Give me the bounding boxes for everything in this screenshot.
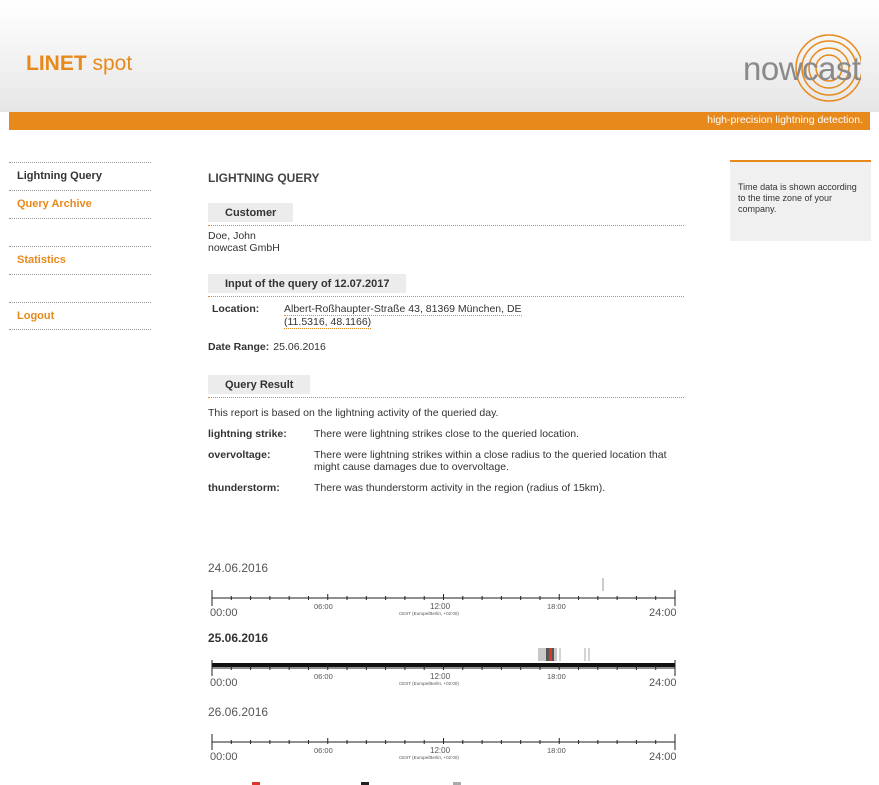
tagline: high-precision lightning detection. — [707, 114, 863, 126]
result-row: overvoltage: There were lightning strike… — [208, 449, 684, 473]
nav-item-spacer — [9, 218, 151, 246]
brand-rest: spot — [86, 52, 133, 75]
axis-end: 24:00 — [649, 677, 677, 689]
location-address: Albert-Roßhaupter-Straße 43, 81369 Münch… — [284, 303, 522, 316]
customer-name: Doe, John — [208, 230, 256, 242]
location-coordinates: (11.5316, 48.1166) — [284, 316, 372, 329]
sidebar-nav: Lightning Query Query Archive Statistics… — [9, 162, 151, 330]
location-label: Location: — [212, 303, 260, 315]
page-header: LINET spot nowcast — [0, 0, 879, 112]
result-label: lightning strike: — [208, 428, 287, 440]
main-content: LIGHTNING QUERY Customer Doe, John nowca… — [208, 162, 684, 494]
axis-end: 24:00 — [649, 751, 677, 763]
timezone-info-box: Time data is shown according to the time… — [730, 160, 871, 241]
customer-section-header: Customer — [208, 203, 684, 226]
result-section-header: Query Result — [208, 375, 684, 398]
axis-timezone: CEST (Europe/Berlin, +02:00) — [399, 611, 459, 616]
page-title: LIGHTNING QUERY — [208, 171, 320, 185]
lightning-strike-mark — [549, 648, 552, 661]
timeline-day-2: 00:00 06:00 12:00 CEST (Europe/Berlin, +… — [208, 642, 680, 702]
axis-12: 12:00 — [430, 602, 451, 611]
customer-heading: Customer — [208, 203, 294, 222]
brand-logo[interactable]: LINET spot — [26, 52, 132, 76]
axis-06: 06:00 — [314, 602, 333, 611]
axis-start: 00:00 — [210, 607, 238, 619]
result-row: lightning strike: There were lightning s… — [208, 428, 684, 440]
result-text: There were lightning strikes close to th… — [314, 428, 579, 440]
result-heading: Query Result — [208, 375, 311, 394]
axis-18: 18:00 — [547, 672, 566, 681]
timeline-day-3: 00:00 06:00 12:00 CEST (Europe/Berlin, +… — [208, 716, 680, 776]
nav-item-statistics[interactable]: Statistics — [9, 246, 151, 274]
timeline-day-1: 00:00 06:00 12:00 CEST (Europe/Berlin, +… — [208, 572, 680, 632]
axis-18: 18:00 — [547, 602, 566, 611]
axis-start: 00:00 — [210, 751, 238, 763]
axis-timezone: CEST (Europe/Berlin, +02:00) — [399, 681, 459, 686]
axis-start: 00:00 — [210, 677, 238, 689]
axis-12: 12:00 — [430, 672, 451, 681]
nav-item-query-archive[interactable]: Query Archive — [9, 190, 151, 218]
nav-item-logout[interactable]: Logout — [9, 302, 151, 330]
axis-12: 12:00 — [430, 746, 451, 755]
axis-timezone: CEST (Europe/Berlin, +02:00) — [399, 755, 459, 760]
axis-18: 18:00 — [547, 746, 566, 755]
brand-bold: LINET — [26, 52, 87, 75]
result-label: overvoltage: — [208, 449, 271, 461]
timezone-info-text: Time data is shown according to the time… — [738, 182, 857, 214]
result-label: thunderstorm: — [208, 482, 280, 494]
result-intro: This report is based on the lightning ac… — [208, 407, 499, 419]
axis-end: 24:00 — [649, 607, 677, 619]
axis-06: 06:00 — [314, 672, 333, 681]
logo-text: nowcast — [743, 50, 861, 87]
result-text: There were lightning strikes within a cl… — [314, 449, 667, 473]
result-text: There was thunderstorm activity in the r… — [314, 482, 606, 494]
date-range-label: Date Range: — [208, 341, 270, 353]
nav-item-spacer — [9, 274, 151, 302]
input-heading: Input of the query of 12.07.2017 — [208, 274, 407, 293]
input-section-header: Input of the query of 12.07.2017 — [208, 274, 684, 297]
customer-company: nowcast GmbH — [208, 242, 280, 254]
date-range-value: 25.06.2016 — [273, 341, 326, 353]
nowcast-logo: nowcast — [733, 30, 861, 102]
result-row: thunderstorm: There was thunderstorm act… — [208, 482, 684, 494]
axis-06: 06:00 — [314, 746, 333, 755]
nav-item-lightning-query[interactable]: Lightning Query — [9, 162, 151, 190]
